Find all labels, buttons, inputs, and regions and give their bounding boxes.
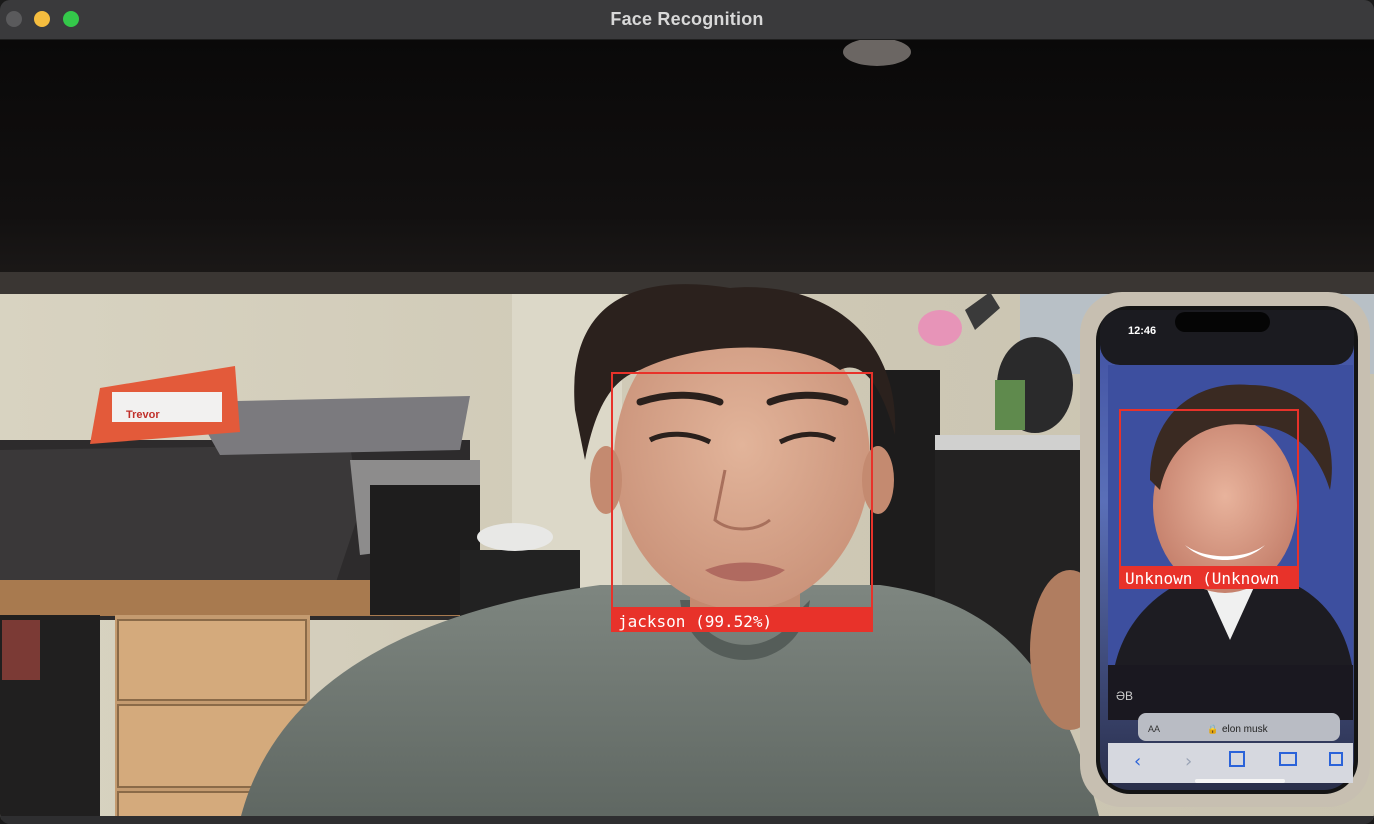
home-indicator (1195, 779, 1285, 783)
camera-scene: Trevor 12:46 ƏB AA elon musk 🔒 ‹ › jacks… (0, 40, 1374, 820)
detection-label-unknown: Unknown (Unknown (1125, 569, 1279, 588)
lock-icon: 🔒 (1207, 724, 1218, 735)
octopus-plush (918, 310, 962, 346)
window-title: Face Recognition (610, 9, 764, 29)
detection-label-jackson: jackson (99.52%) (618, 612, 772, 631)
pillow-text: Trevor (126, 409, 160, 421)
app-window: Face Recognition Trevor 12:46 ƏB AA elon… (0, 0, 1374, 824)
svg-text:ƏB: ƏB (1116, 689, 1133, 703)
overhead-shelf (0, 40, 1374, 290)
phone-time: 12:46 (1128, 325, 1156, 337)
phone-search-text: elon musk (1222, 724, 1269, 735)
forward-icon[interactable]: › (1185, 751, 1192, 772)
camera-feed: Trevor 12:46 ƏB AA elon musk 🔒 ‹ › jacks… (0, 40, 1374, 820)
plant (995, 380, 1025, 430)
drawer-top (117, 619, 307, 701)
back-icon[interactable]: ‹ (1134, 751, 1141, 772)
window-bottom-edge (0, 816, 1374, 824)
phone-notch (1175, 312, 1270, 332)
titlebar[interactable]: Face Recognition (0, 0, 1374, 40)
text-size-button[interactable]: AA (1148, 724, 1160, 734)
